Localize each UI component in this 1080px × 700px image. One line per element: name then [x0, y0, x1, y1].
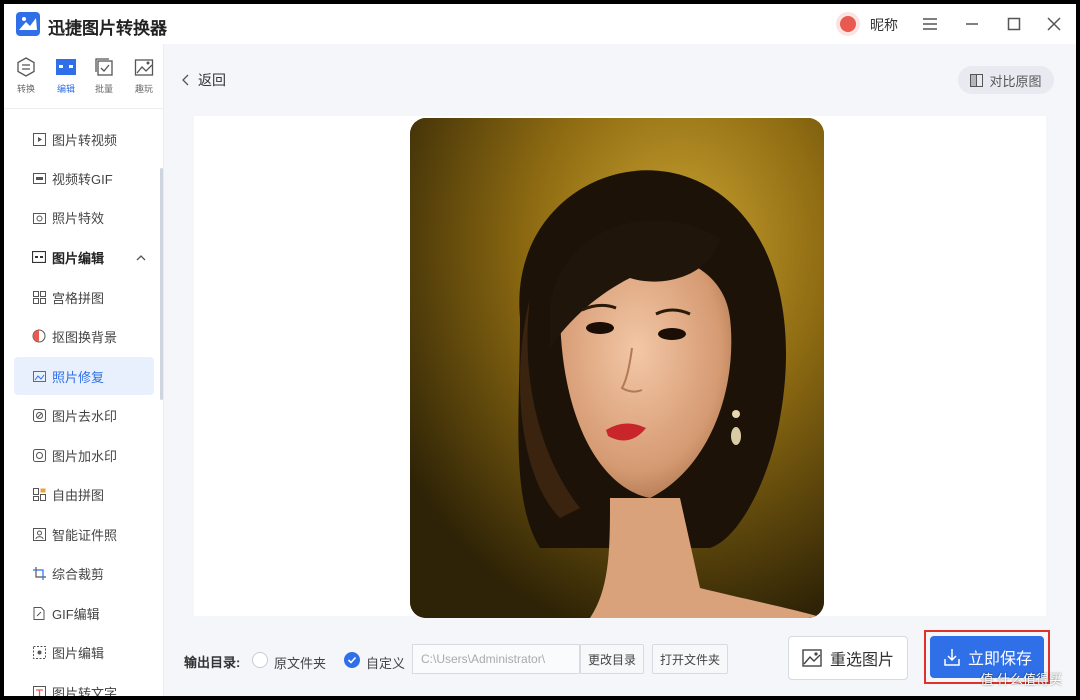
sidebar-item-id-photo[interactable]: 智能证件照: [14, 515, 154, 553]
compare-original-button[interactable]: 对比原图: [958, 66, 1054, 94]
remove-watermark-icon: [32, 408, 46, 422]
tab-label: 转换: [16, 84, 35, 94]
title-bar: 迅捷图片转换器 昵称: [4, 4, 1076, 44]
reselect-image-button[interactable]: 重选图片: [788, 636, 908, 680]
watermark-text: 值 什么值得买: [980, 672, 1062, 687]
photo-effect-icon: [32, 210, 46, 224]
photo-preview: [410, 118, 824, 618]
sidebar-item-gif-edit[interactable]: GIF编辑: [14, 594, 154, 632]
sidebar-item-add-watermark[interactable]: 图片加水印: [14, 436, 154, 474]
tab-label: 趣玩: [134, 84, 153, 94]
app-window: 迅捷图片转换器 昵称 转换 编辑 批量 趣玩 图片转视频 视频转GIF 照片特效…: [4, 4, 1076, 696]
radio-custom-label[interactable]: 自定义: [366, 653, 405, 672]
sidebar-item-label: 智能证件照: [52, 527, 118, 543]
reselect-label: 重选图片: [829, 652, 894, 669]
sidebar-item-image-to-video[interactable]: 图片转视频: [14, 120, 154, 158]
sidebar-item-crop[interactable]: 综合裁剪: [14, 554, 154, 592]
sidebar-item-label: 图片去水印: [52, 408, 118, 424]
tab-label: 批量: [94, 84, 113, 94]
chevron-left-icon: [182, 74, 190, 86]
minimize-icon[interactable]: [954, 8, 990, 40]
output-dir-label: 输出目录:: [184, 655, 241, 670]
divider: [4, 108, 164, 109]
gif-edit-icon: [32, 606, 46, 620]
sidebar-item-label: 照片特效: [52, 210, 105, 226]
edit-icon: [55, 56, 77, 78]
tab-convert[interactable]: 转换: [6, 54, 46, 102]
tab-label: 编辑: [56, 84, 75, 94]
sidebar-item-image-edit[interactable]: 图片编辑: [14, 633, 154, 671]
radio-original-label[interactable]: 原文件夹: [274, 653, 326, 672]
sidebar-item-cutout[interactable]: 抠图换背景: [14, 317, 154, 355]
free-collage-icon: [32, 487, 46, 501]
sidebar-item-grid-collage[interactable]: 宫格拼图: [14, 278, 154, 316]
batch-icon: [93, 56, 115, 78]
image-to-video-icon: [32, 132, 46, 146]
sidebar-group-image-edit[interactable]: 图片编辑: [14, 238, 154, 276]
image-to-text-icon: [32, 685, 46, 696]
sidebar-item-label: 照片修复: [52, 369, 105, 385]
grid-collage-icon: [32, 290, 46, 304]
chevron-up-icon[interactable]: [136, 250, 146, 265]
top-tabs: 转换 编辑 批量 趣玩: [4, 54, 164, 102]
fun-icon: [133, 56, 155, 78]
convert-icon: [15, 56, 37, 78]
bottom-bar: 输出目录: 原文件夹 自定义 C:\Users\Administrator\ 更…: [164, 576, 1076, 696]
add-watermark-icon: [32, 448, 46, 462]
sidebar-item-photo-repair[interactable]: 照片修复: [14, 357, 154, 395]
video-to-gif-icon: [32, 171, 46, 185]
sidebar-scrollbar[interactable]: [160, 168, 163, 400]
app-logo-icon: [16, 12, 40, 36]
tab-fun[interactable]: 趣玩: [124, 54, 164, 102]
nickname[interactable]: 昵称: [870, 15, 898, 35]
download-icon: [942, 647, 962, 667]
radio-original-folder[interactable]: [252, 652, 268, 668]
image-edit-group-icon: [32, 250, 46, 264]
sidebar-item-label: GIF编辑: [52, 606, 100, 622]
app-title: 迅捷图片转换器: [48, 19, 167, 38]
sidebar-item-label: 图片转视频: [52, 132, 118, 148]
close-icon[interactable]: [1036, 8, 1072, 40]
sidebar-item-label: 抠图换背景: [52, 329, 118, 345]
back-button[interactable]: 返回: [182, 70, 226, 90]
save-label: 立即保存: [967, 651, 1032, 668]
sidebar-item-free-collage[interactable]: 自由拼图: [14, 475, 154, 513]
sidebar-item-label: 视频转GIF: [52, 171, 113, 187]
menu-icon[interactable]: [912, 8, 948, 40]
preview-canvas: [194, 116, 1046, 618]
sidebar-item-label: 自由拼图: [52, 487, 105, 503]
sidebar-group-label: 图片编辑: [52, 250, 105, 266]
image-edit-icon: [32, 645, 46, 659]
sidebar-item-label: 图片编辑: [52, 645, 105, 661]
change-dir-button[interactable]: 更改目录: [580, 644, 644, 674]
output-path-input[interactable]: C:\Users\Administrator\: [412, 644, 580, 674]
tab-edit[interactable]: 编辑: [46, 54, 86, 102]
sidebar-item-remove-watermark[interactable]: 图片去水印: [14, 396, 154, 434]
id-photo-icon: [32, 527, 46, 541]
open-folder-button[interactable]: 打开文件夹: [652, 644, 728, 674]
avatar[interactable]: [836, 12, 860, 36]
image-icon: [802, 649, 822, 667]
tab-batch[interactable]: 批量: [84, 54, 124, 102]
sidebar-item-label: 图片转文字: [52, 685, 118, 697]
compare-icon: [970, 73, 984, 87]
sidebar-item-label: 图片加水印: [52, 448, 118, 464]
sidebar-item-label: 综合裁剪: [52, 566, 105, 582]
radio-custom[interactable]: [344, 652, 360, 668]
compare-label: 对比原图: [989, 73, 1042, 89]
sidebar-item-image-to-text[interactable]: 图片转文字: [14, 673, 154, 696]
back-label: 返回: [198, 72, 226, 88]
sidebar: 转换 编辑 批量 趣玩 图片转视频 视频转GIF 照片特效 图片编辑 宫格拼图 …: [4, 44, 164, 696]
watermark: 值 什么值得买: [980, 669, 1062, 688]
sidebar-item-photo-effect[interactable]: 照片特效: [14, 198, 154, 236]
sidebar-item-video-to-gif[interactable]: 视频转GIF: [14, 159, 154, 197]
photo-repair-icon: [32, 369, 46, 383]
sidebar-item-label: 宫格拼图: [52, 290, 105, 306]
maximize-icon[interactable]: [996, 8, 1032, 40]
crop-icon: [32, 566, 46, 580]
cutout-icon: [32, 329, 46, 343]
